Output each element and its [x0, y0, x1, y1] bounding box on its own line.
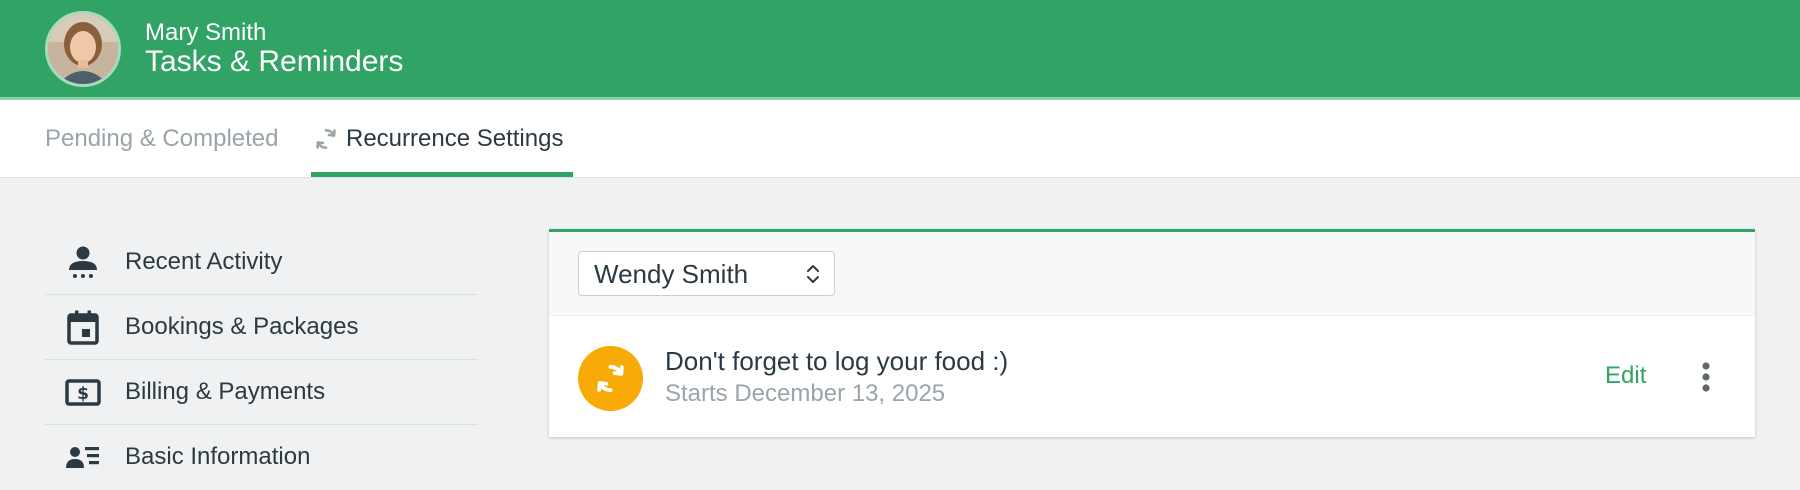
sidebar-item-billing-payments[interactable]: $ Billing & Payments	[45, 360, 478, 425]
recurrence-card: Wendy Smith Don't forget to log your foo…	[549, 229, 1755, 437]
tab-label: Recurrence Settings	[346, 125, 564, 152]
sidebar-nav: Recent Activity Bookings & Packages $ Bi…	[45, 230, 478, 490]
tab-label: Pending & Completed	[45, 125, 279, 152]
user-avatar[interactable]	[45, 11, 121, 87]
recurrence-badge	[578, 346, 643, 411]
client-select[interactable]: Wendy Smith	[578, 251, 835, 296]
page-title: Tasks & Reminders	[145, 45, 404, 78]
sidebar-item-bookings-packages[interactable]: Bookings & Packages	[45, 295, 478, 360]
recurrence-icon	[316, 129, 336, 149]
contact-card-icon	[66, 447, 99, 468]
sidebar-item-label: Recent Activity	[125, 248, 283, 275]
app-header: Mary Smith Tasks & Reminders	[0, 0, 1800, 100]
vertical-ellipsis-icon[interactable]	[1696, 360, 1716, 394]
edit-button[interactable]: Edit	[1605, 361, 1646, 391]
user-photo-avatar-icon	[48, 14, 118, 84]
tab-pending-completed[interactable]: Pending & Completed	[45, 100, 278, 177]
sidebar-item-label: Billing & Payments	[125, 378, 326, 405]
sidebar-item-basic-information[interactable]: Basic Information	[45, 425, 478, 490]
user-name: Mary Smith	[145, 19, 267, 46]
sidebar-item-label: Bookings & Packages	[125, 313, 359, 340]
sidebar-item-label: Basic Information	[125, 443, 311, 470]
reminder-title: Don't forget to log your food :)	[665, 346, 1009, 376]
recurrence-icon	[597, 364, 624, 393]
reminder-row[interactable]: Don't forget to log your food :) Starts …	[549, 316, 1755, 437]
dollar-bill-icon: $	[65, 379, 101, 406]
client-select-value: Wendy Smith	[594, 259, 749, 289]
svg-text:$: $	[77, 384, 89, 404]
select-updown-arrows-icon	[807, 265, 819, 283]
person-activity-icon	[69, 246, 97, 278]
sidebar-item-recent-activity[interactable]: Recent Activity	[45, 230, 478, 295]
client-filter-bar: Wendy Smith	[549, 232, 1755, 316]
tab-recurrence-settings[interactable]: Recurrence Settings	[311, 100, 573, 177]
tab-bar: Pending & Completed Recurrence Settings	[0, 100, 1800, 178]
calendar-icon	[67, 310, 99, 345]
reminder-start-date: Starts December 13, 2025	[665, 380, 946, 407]
